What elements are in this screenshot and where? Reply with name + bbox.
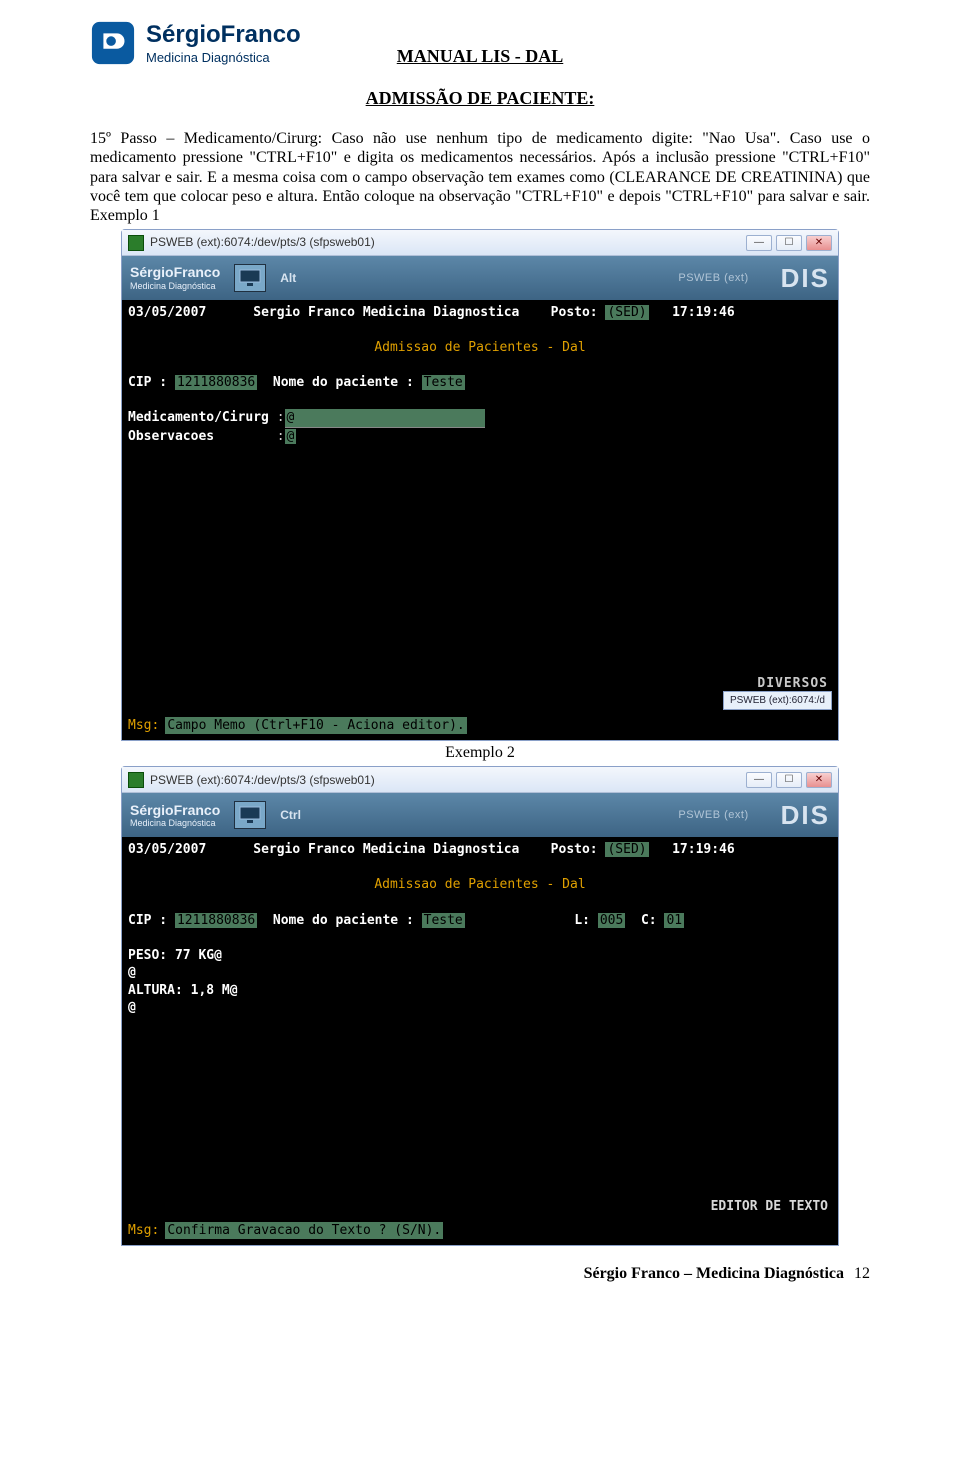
term1-field2-label: Observacoes <box>128 429 214 444</box>
window-maximize-button[interactable]: ☐ <box>776 772 802 788</box>
window-title: PSWEB (ext):6074:/dev/pts/3 (sfpsweb01) <box>150 235 746 249</box>
term2-l-value: 005 <box>598 913 625 928</box>
window-close-button[interactable]: ✕ <box>806 235 832 251</box>
terminal-content-1: 03/05/2007 Sergio Franco Medicina Diagno… <box>122 300 838 740</box>
window-app-icon <box>128 772 144 788</box>
window-minimize-button[interactable]: — <box>746 235 772 251</box>
example2-caption: Exemplo 2 <box>90 743 870 762</box>
footer-page-number: 12 <box>854 1265 870 1282</box>
brand-subtitle: Medicina Diagnóstica <box>146 50 301 66</box>
term1-field1-label: Medicamento/Cirurg <box>128 410 269 425</box>
term1-field1-input[interactable]: @ <box>285 409 485 428</box>
menubar-dis-label: DIS <box>781 800 830 831</box>
brand-logo-icon <box>90 20 136 66</box>
menu-alt[interactable]: Alt <box>280 271 296 285</box>
app-menubar: SérgioFranco Medicina Diagnóstica Alt PS… <box>122 256 838 300</box>
term2-msg-label: Msg: <box>128 1222 159 1240</box>
term2-nome-value: Teste <box>422 913 465 928</box>
window-title-2: PSWEB (ext):6074:/dev/pts/3 (sfpsweb01) <box>150 773 746 787</box>
term2-c-label: C: <box>641 913 657 928</box>
term2-editor-label: EDITOR DE TEXTO <box>711 1198 828 1216</box>
term1-field2-input[interactable]: @ <box>285 429 297 444</box>
window-maximize-button[interactable]: ☐ <box>776 235 802 251</box>
term1-company: Sergio Franco Medicina Diagnostica <box>253 305 519 320</box>
terminal-window-2: PSWEB (ext):6074:/dev/pts/3 (sfpsweb01) … <box>121 766 839 1246</box>
term1-nome-label: Nome do paciente : <box>273 375 414 390</box>
window-app-icon <box>128 235 144 251</box>
term1-posto-value: (SED) <box>605 305 648 320</box>
window-minimize-button[interactable]: — <box>746 772 772 788</box>
menubar-brand: SérgioFranco Medicina Diagnóstica <box>130 264 220 292</box>
term1-time: 17:19:46 <box>672 305 735 320</box>
brand-name: SérgioFranco <box>146 21 301 50</box>
window-close-button[interactable]: ✕ <box>806 772 832 788</box>
page-footer: Sérgio Franco – Medicina Diagnóstica 12 <box>90 1264 870 1283</box>
menubar-psweb-label: PSWEB (ext) <box>678 272 748 285</box>
menubar-dis-label: DIS <box>781 263 830 294</box>
menu-ctrl[interactable]: Ctrl <box>280 808 301 822</box>
term2-posto-value: (SED) <box>605 842 648 857</box>
term2-msg-text: Confirma Gravacao do Texto ? (S/N). <box>165 1222 443 1240</box>
term1-cip-label: CIP : <box>128 375 167 390</box>
term2-c-value: 01 <box>664 913 684 928</box>
term2-date: 03/05/2007 <box>128 842 206 857</box>
section-title: ADMISSÃO DE PACIENTE: <box>90 88 870 110</box>
term2-editor-line2[interactable]: @ <box>128 964 832 982</box>
window-titlebar[interactable]: PSWEB (ext):6074:/dev/pts/3 (sfpsweb01) … <box>122 230 838 256</box>
term1-posto-label: Posto: <box>551 305 598 320</box>
term1-diversos-label: DIVERSOS <box>757 675 828 693</box>
term2-nome-label: Nome do paciente : <box>273 913 414 928</box>
term1-screen-title: Admissao de Pacientes - Dal <box>128 339 832 357</box>
menubar-brand: SérgioFranco Medicina Diagnóstica <box>130 802 220 830</box>
term1-date: 03/05/2007 <box>128 305 206 320</box>
term2-editor-line4[interactable]: @ <box>128 999 832 1017</box>
term2-editor-line1[interactable]: PESO: 77 KG@ <box>128 947 832 965</box>
window-titlebar-2[interactable]: PSWEB (ext):6074:/dev/pts/3 (sfpsweb01) … <box>122 767 838 793</box>
app-menubar-2: SérgioFranco Medicina Diagnóstica Ctrl P… <box>122 793 838 837</box>
terminal-content-2: 03/05/2007 Sergio Franco Medicina Diagno… <box>122 837 838 1245</box>
psweb-popup-tag: PSWEB (ext):6074:/d <box>723 691 832 711</box>
term1-nome-value: Teste <box>422 375 465 390</box>
term2-company: Sergio Franco Medicina Diagnostica <box>253 842 519 857</box>
menubar-psweb-label: PSWEB (ext) <box>678 809 748 822</box>
instruction-paragraph: 15º Passo – Medicamento/Cirurg: Caso não… <box>90 129 870 225</box>
footer-text: Sérgio Franco – Medicina Diagnóstica <box>584 1265 844 1282</box>
terminal-window-1: PSWEB (ext):6074:/dev/pts/3 (sfpsweb01) … <box>121 229 839 741</box>
term1-msg-label: Msg: <box>128 717 159 735</box>
term2-l-label: L: <box>574 913 590 928</box>
term1-cip-value: 1211880836 <box>175 375 257 390</box>
term2-posto-label: Posto: <box>551 842 598 857</box>
monitor-icon <box>234 264 266 292</box>
term2-cip-value: 1211880836 <box>175 913 257 928</box>
brand-text: SérgioFranco Medicina Diagnóstica <box>146 21 301 65</box>
term2-screen-title: Admissao de Pacientes - Dal <box>128 876 832 894</box>
term2-cip-label: CIP : <box>128 913 167 928</box>
term2-editor-line3[interactable]: ALTURA: 1,8 M@ <box>128 982 832 1000</box>
monitor-icon <box>234 801 266 829</box>
term2-time: 17:19:46 <box>672 842 735 857</box>
term1-msg-text: Campo Memo (Ctrl+F10 - Aciona editor). <box>165 717 466 735</box>
